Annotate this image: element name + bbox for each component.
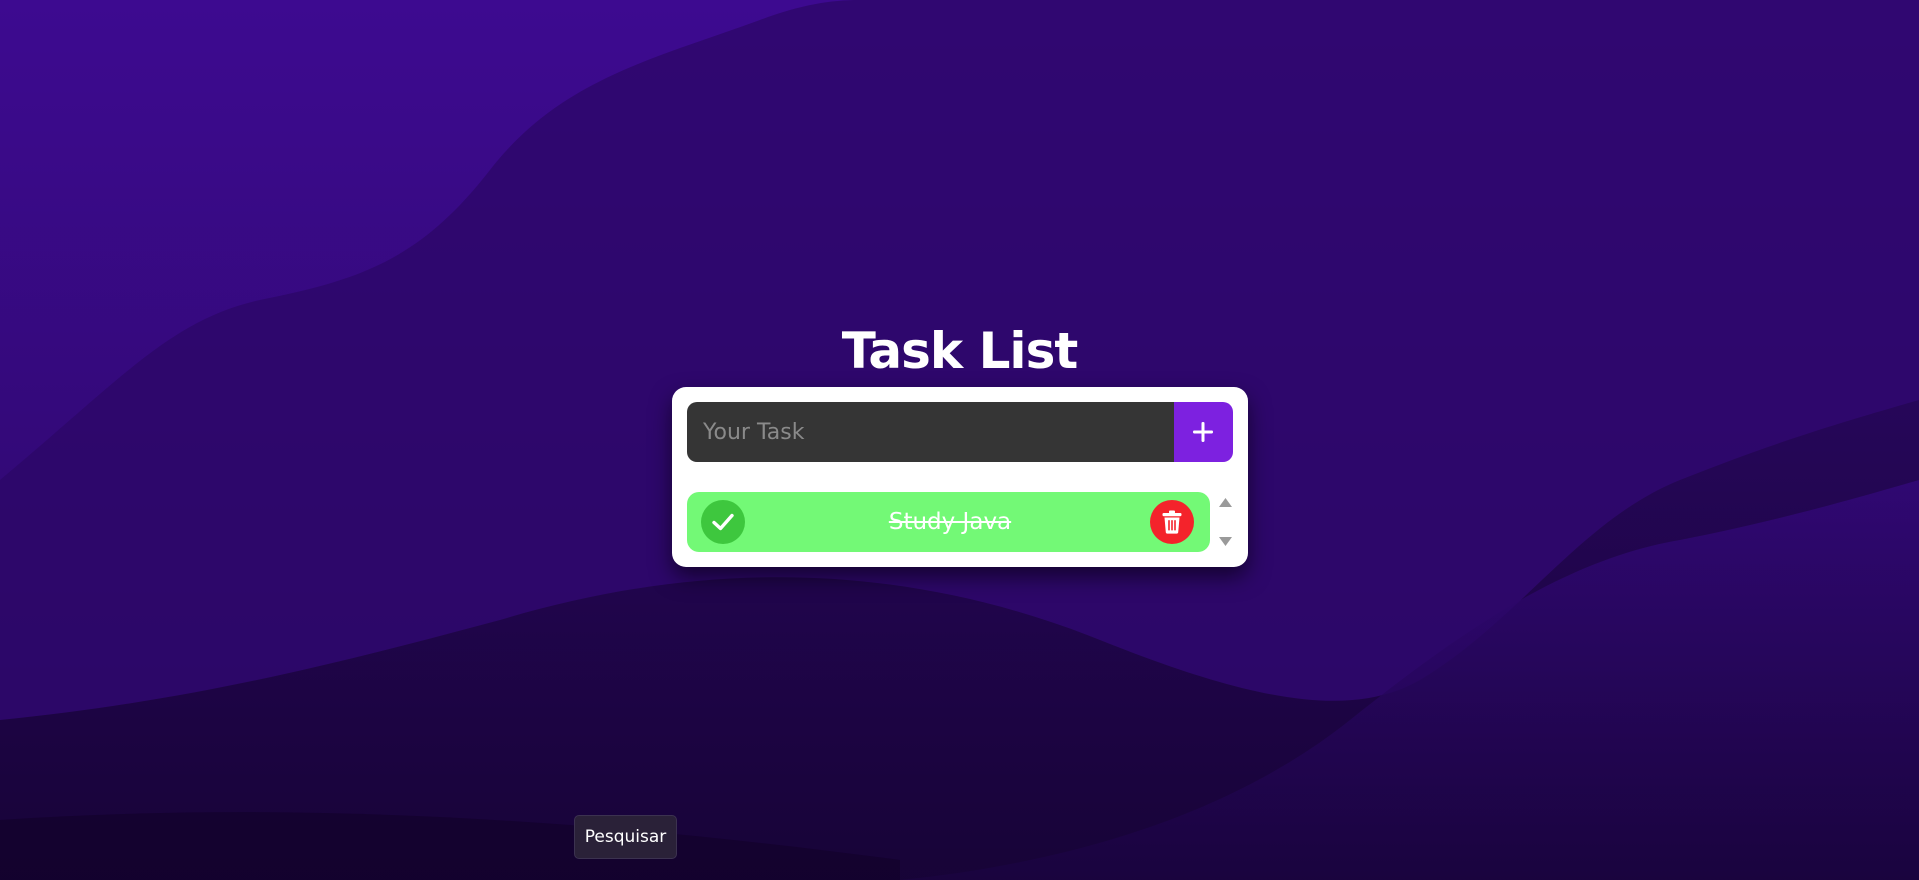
- task-list-scrollbar[interactable]: [1218, 492, 1233, 552]
- scroll-up-arrow[interactable]: [1218, 494, 1233, 508]
- task-text: Study Java: [888, 509, 1012, 535]
- task-item: Study Java: [687, 492, 1210, 552]
- caret-up-icon: [1219, 498, 1232, 507]
- delete-task-button[interactable]: [1150, 500, 1194, 544]
- search-tooltip: Pesquisar: [574, 815, 677, 859]
- task-input[interactable]: [687, 402, 1174, 462]
- task-list: Study Java: [687, 492, 1233, 552]
- plus-icon: [1193, 422, 1213, 442]
- task-input-row: [687, 402, 1233, 462]
- scroll-down-arrow[interactable]: [1218, 534, 1233, 548]
- caret-down-icon: [1219, 537, 1232, 546]
- complete-task-button[interactable]: [701, 500, 745, 544]
- check-icon: [712, 513, 734, 531]
- trash-icon: [1162, 510, 1182, 534]
- task-card: Study Java: [672, 387, 1248, 567]
- add-task-button[interactable]: [1174, 402, 1233, 462]
- page-title: Task List: [841, 322, 1078, 380]
